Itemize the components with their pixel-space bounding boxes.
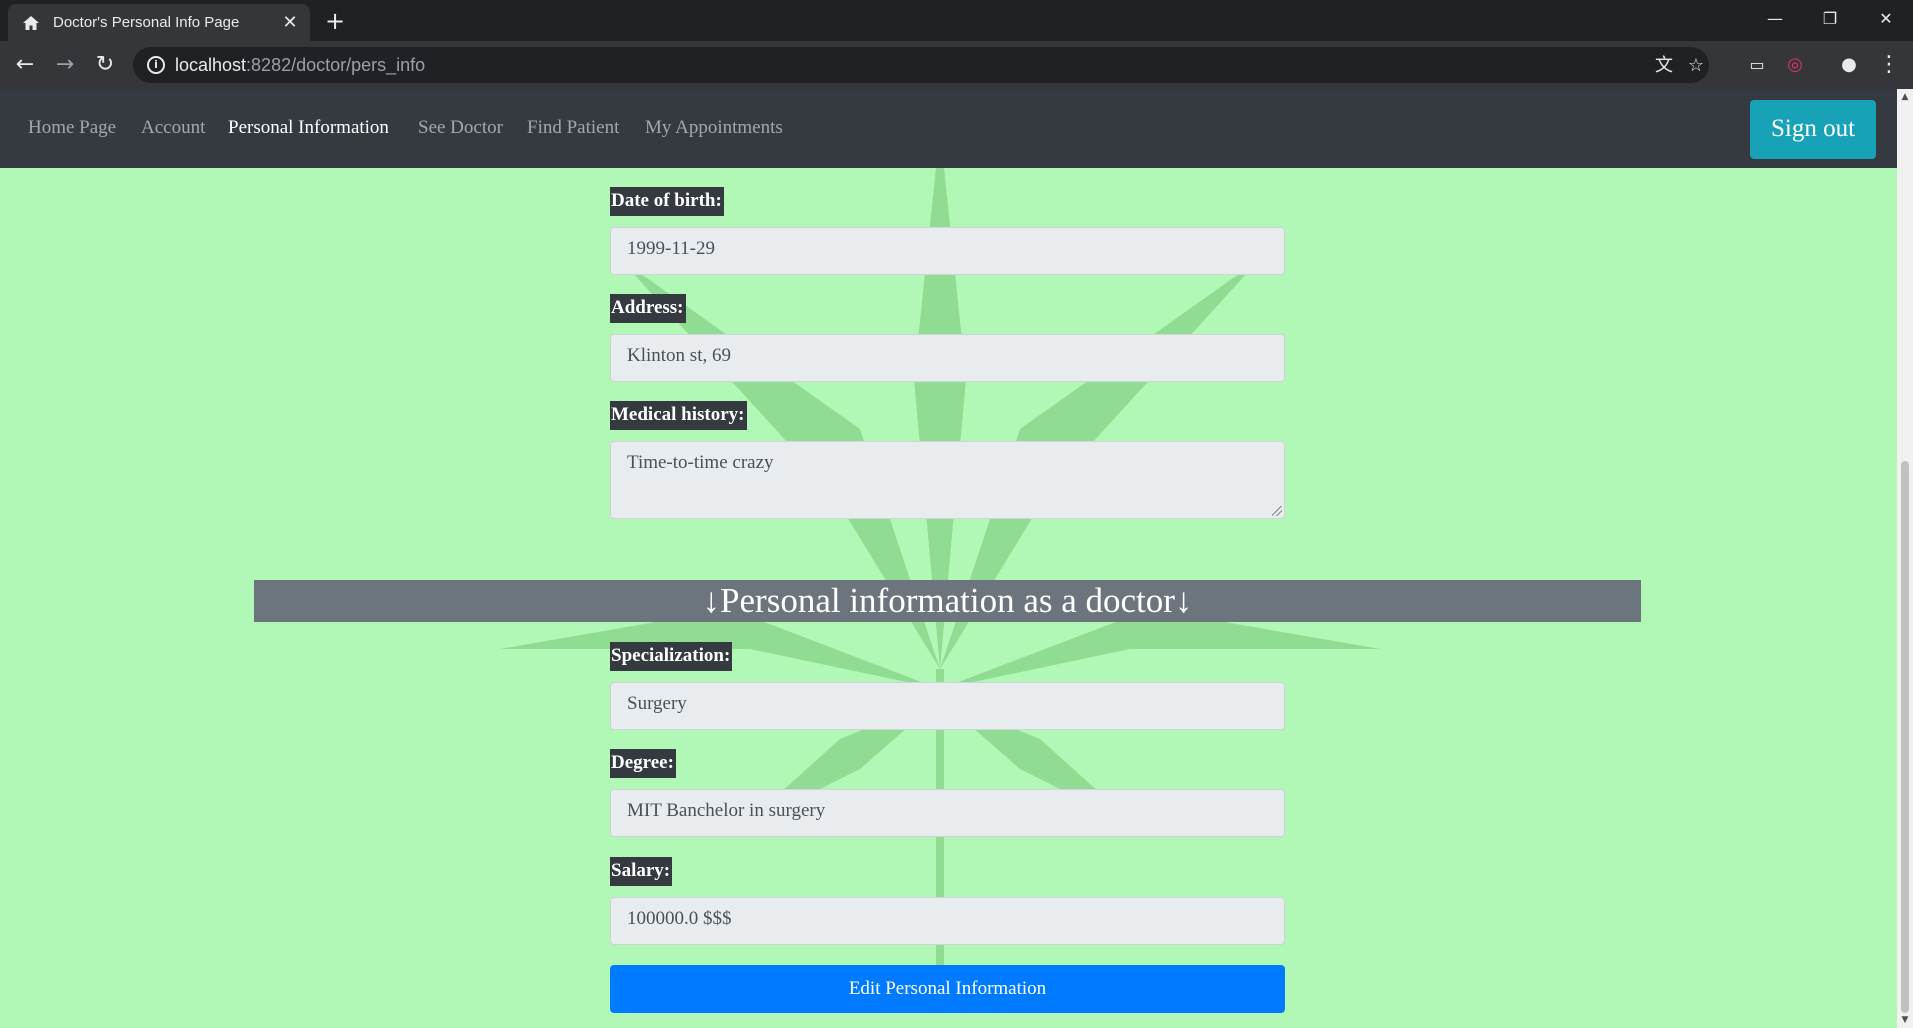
browser-tab[interactable]: Doctor's Personal Info Page ✕: [8, 4, 310, 41]
nav-see-doctor[interactable]: See Doctor: [418, 117, 503, 139]
scroll-down-arrow-icon[interactable]: ▼: [1897, 1012, 1913, 1028]
restore-icon[interactable]: ❐: [1803, 0, 1857, 38]
url-path: :8282/doctor/pers_info: [246, 55, 426, 75]
sign-out-button[interactable]: Sign out: [1750, 100, 1876, 159]
address-bar[interactable]: i localhost:8282/doctor/pers_info 文 ☆: [133, 47, 1709, 83]
browser-tab-strip: Doctor's Personal Info Page ✕ + — ❐ ✕: [0, 0, 1913, 41]
new-tab-icon[interactable]: +: [322, 8, 348, 34]
browser-toolbar: ← → ↻ i localhost:8282/doctor/pers_info …: [0, 41, 1913, 89]
house-icon: [23, 16, 39, 30]
page-scrollbar[interactable]: ▲ ▼: [1897, 89, 1913, 1028]
reload-icon[interactable]: ↻: [92, 52, 118, 78]
minimize-icon[interactable]: —: [1748, 0, 1802, 38]
scrollbar-thumb[interactable]: [1901, 461, 1909, 1013]
medical-history-text: Time-to-time crazy: [627, 452, 774, 473]
date-of-birth-label: Date of birth:: [610, 187, 724, 216]
browser-menu-icon[interactable]: ⋮: [1876, 52, 1902, 78]
edit-personal-information-button[interactable]: Edit Personal Information: [610, 965, 1285, 1013]
tab-title: Doctor's Personal Info Page: [53, 14, 240, 31]
forward-icon[interactable]: →: [52, 52, 78, 78]
translate-icon[interactable]: 文: [1653, 55, 1675, 77]
doctor-section-header: ↓Personal information as a doctor↓: [254, 580, 1641, 622]
resize-handle-icon[interactable]: [1272, 506, 1282, 516]
site-info-icon[interactable]: i: [147, 56, 165, 74]
url-host: localhost: [175, 55, 247, 75]
salary-field[interactable]: 100000.0 $$$: [610, 897, 1285, 945]
nav-personal-information[interactable]: Personal Information: [228, 117, 389, 139]
profile-avatar-icon[interactable]: ●: [1836, 52, 1862, 78]
specialization-field[interactable]: Surgery: [610, 682, 1285, 730]
medical-history-label: Medical history:: [610, 401, 747, 430]
bookmark-star-icon[interactable]: ☆: [1685, 55, 1707, 77]
date-of-birth-field[interactable]: 1999-11-29: [610, 227, 1285, 275]
close-tab-icon[interactable]: ✕: [280, 13, 300, 33]
address-field[interactable]: Klinton st, 69: [610, 334, 1285, 382]
nav-find-patient[interactable]: Find Patient: [527, 117, 619, 139]
nav-home-page[interactable]: Home Page: [28, 117, 116, 139]
address-label: Address:: [610, 294, 686, 323]
page-viewport: Home Page Account Personal Information S…: [0, 89, 1897, 1028]
window-close-icon[interactable]: ✕: [1859, 0, 1913, 38]
nav-my-appointments[interactable]: My Appointments: [645, 117, 783, 139]
degree-label: Degree:: [610, 749, 676, 778]
medical-history-textarea[interactable]: Time-to-time crazy: [610, 441, 1285, 519]
main-navbar: Home Page Account Personal Information S…: [0, 89, 1897, 168]
extension-off-icon[interactable]: ▭: [1744, 52, 1770, 78]
degree-field[interactable]: MIT Banchelor in surgery: [610, 789, 1285, 837]
instagram-extension-icon[interactable]: ◎: [1782, 52, 1808, 78]
specialization-label: Specialization:: [610, 642, 733, 671]
salary-label: Salary:: [610, 857, 673, 886]
url-text[interactable]: localhost:8282/doctor/pers_info: [175, 55, 425, 76]
back-icon[interactable]: ←: [12, 52, 38, 78]
scroll-up-arrow-icon[interactable]: ▲: [1897, 89, 1913, 105]
nav-account[interactable]: Account: [141, 117, 205, 139]
